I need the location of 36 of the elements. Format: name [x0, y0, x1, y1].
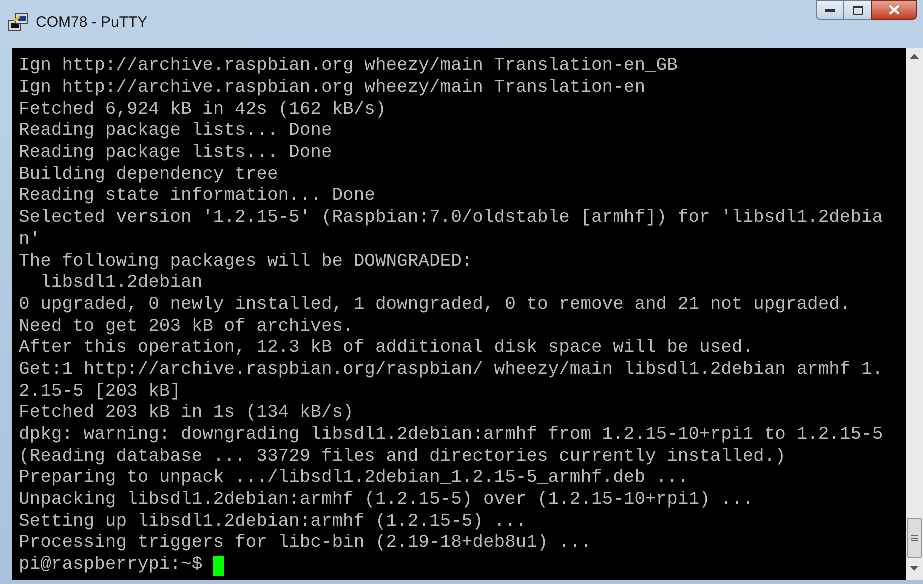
- terminal-line: Fetched 203 kB in 1s (134 kB/s): [19, 403, 354, 424]
- terminal-line: 0 upgraded, 0 newly installed, 1 downgraded, 0 to remove and 21 not upgraded.: [19, 294, 851, 316]
- terminal-line: Setting up libsdl1.2debian:armhf (1.2.15-5) ...: [19, 512, 527, 533]
- maximize-icon: [852, 6, 862, 14]
- terminal-line: Need to get 203 kB of archives.: [19, 316, 354, 338]
- terminal-line: Get:1 http://archive.raspbian.org/raspbian/ wheezy/main libsdl1.2debian armhf 1.: [19, 360, 884, 381]
- terminal-line: Reading state information... Done: [19, 186, 376, 208]
- terminal-line: Processing triggers for libc-bin (2.19-18+deb8u1) ...: [19, 533, 592, 554]
- terminal-line: Fetched 6,924 kB in 42s (162 kB/s): [19, 100, 386, 121]
- scroll-down-icon[interactable]: [910, 566, 919, 572]
- maximize-button[interactable]: [844, 0, 871, 20]
- terminal-line: Reading package lists... Done: [19, 143, 332, 164]
- terminal-line: After this operation, 12.3 kB of additional disk space will be used.: [19, 338, 754, 360]
- grip-icon: [911, 534, 918, 542]
- terminal-line: Building dependency tree: [19, 164, 278, 186]
- terminal-line: dpkg: warning: downgrading libsdl1.2debian:armhf from 1.2.15-10+rpi1 to 1.2.15-5: [19, 425, 884, 446]
- terminal-line: The following packages will be DOWNGRADED:: [19, 252, 473, 273]
- terminal-line: n': [19, 230, 41, 251]
- minimize-button[interactable]: [816, 0, 844, 20]
- terminal-line: Reading package lists... Done: [19, 121, 332, 142]
- terminal-line: pi@raspberrypi:~$: [19, 555, 204, 576]
- terminal-line: Ign http://archive.raspbian.org wheezy/main Translation-en: [19, 78, 646, 100]
- minimize-icon: [825, 8, 835, 12]
- terminal-line: Unpacking libsdl1.2debian:armhf (1.2.15-5) over (1.2.15-10+rpi1) ...: [19, 490, 754, 512]
- scroll-up-icon[interactable]: [910, 54, 919, 60]
- terminal-app-icon: [8, 12, 30, 34]
- terminal-line: Selected version '1.2.15-5' (Raspbian:7.0/oldstable [armhf]) for 'libsdl1.2debia: [19, 208, 884, 230]
- terminal-line: 2.15-5 [203 kB]: [19, 382, 182, 403]
- terminal-line: Preparing to unpack .../libsdl1.2debian_1.2.15-5_armhf.deb ...: [19, 468, 689, 490]
- scrollbar-thumb[interactable]: [907, 518, 922, 558]
- terminal-line: Ign http://archive.raspbian.org wheezy/main Translation-en_GB: [19, 56, 678, 78]
- close-icon: [888, 5, 900, 15]
- terminal-line: (Reading database ... 33729 files and directories currently installed.): [19, 446, 786, 468]
- close-button[interactable]: [871, 0, 917, 20]
- window-title: COM78 - PuTTY: [36, 13, 148, 33]
- terminal-line: libsdl1.2debian: [40, 273, 203, 294]
